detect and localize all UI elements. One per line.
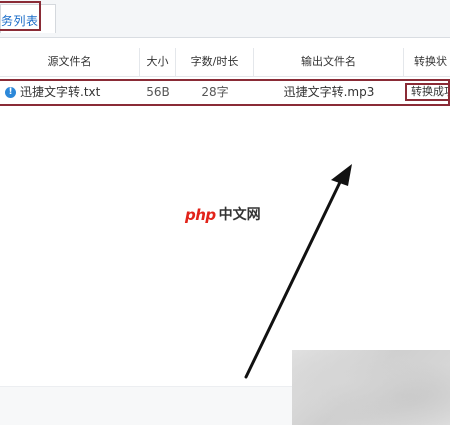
file-size: 56B xyxy=(146,85,170,99)
watermark-text: 中文网 xyxy=(218,206,261,223)
info-icon: ! xyxy=(5,87,16,98)
blurred-region xyxy=(292,350,450,425)
status-badge: 转换成功 xyxy=(405,83,450,101)
table-row[interactable]: ! 迅捷文字转.txt 56B 28字 迅捷文字转.mp3 转换成功 xyxy=(0,79,450,106)
source-file-name: 迅捷文字转.txt xyxy=(20,85,101,99)
output-file-name: 迅捷文字转.mp3 xyxy=(283,85,375,99)
word-count: 28字 xyxy=(201,85,229,99)
column-header-output-file[interactable]: 输出文件名 xyxy=(254,48,404,76)
task-list-area xyxy=(0,108,450,386)
app-window: 务列表 源文件名 大小 字数/时长 输出文件名 转换状 ! 迅捷文字转.txt … xyxy=(0,0,450,425)
table-header: 源文件名 大小 字数/时长 输出文件名 转换状 xyxy=(0,48,450,77)
tab-highlight-box xyxy=(0,1,41,31)
column-header-size[interactable]: 大小 xyxy=(140,48,176,76)
column-header-source-file[interactable]: 源文件名 xyxy=(0,48,140,76)
watermark-logo: php xyxy=(185,205,216,224)
tab-strip: 务列表 xyxy=(0,0,450,38)
column-header-status[interactable]: 转换状 xyxy=(404,48,450,76)
watermark: php 中文网 xyxy=(185,203,261,225)
column-header-duration[interactable]: 字数/时长 xyxy=(176,48,254,76)
